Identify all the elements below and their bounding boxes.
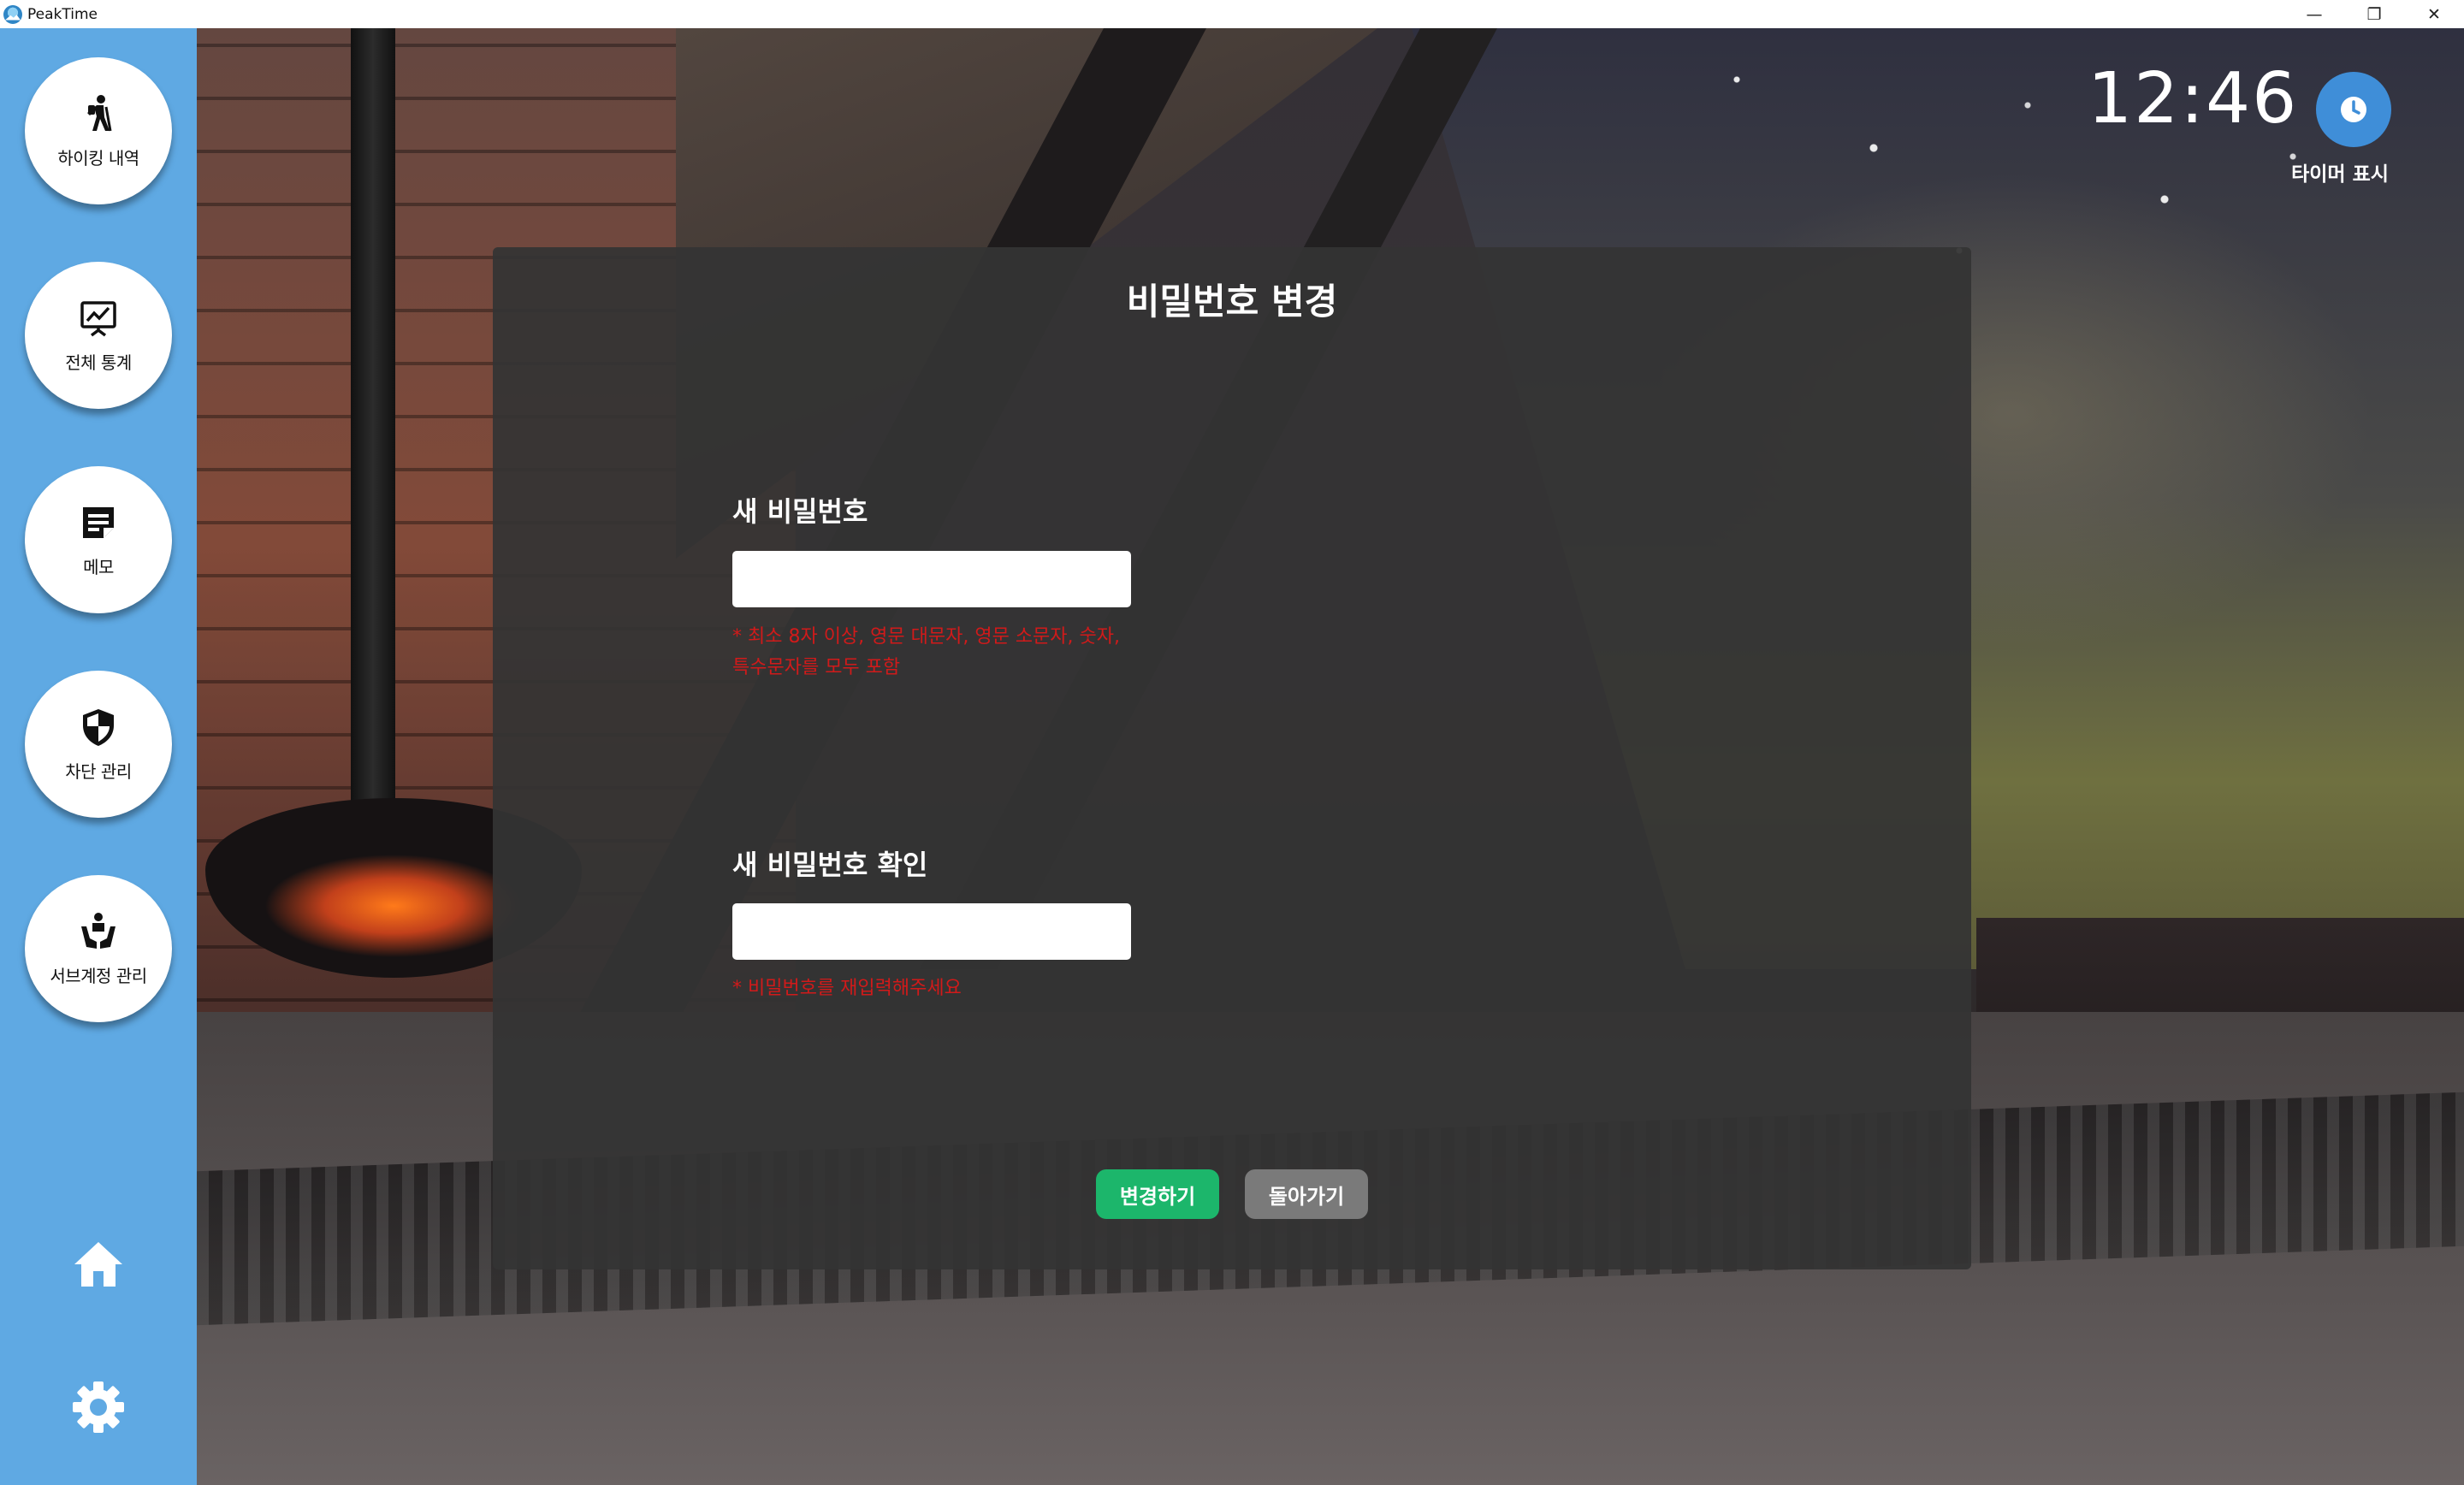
- sidebar-item-sub-account[interactable]: 서브계정 관리: [25, 875, 172, 1022]
- sidebar-item-hiking-history[interactable]: 하이킹 내역: [25, 57, 172, 204]
- new-password-label: 새 비밀번호: [732, 495, 868, 528]
- app-title: PeakTime: [27, 5, 98, 23]
- sidebar-item-label: 하이킹 내역: [57, 147, 139, 169]
- dialog-title: 비밀번호 변경: [1126, 281, 1338, 322]
- stove-pipe: [351, 28, 395, 832]
- confirm-password-hint: * 비밀번호를 재입력해주세요: [732, 978, 962, 999]
- app-logo-icon: [3, 4, 22, 24]
- back-button[interactable]: 돌아가기: [1245, 1169, 1368, 1219]
- window-controls: — ❐ ✕: [2284, 0, 2464, 28]
- shield-icon: [83, 708, 114, 746]
- hint-line: 특수문자를 모두 포함: [732, 657, 901, 678]
- timer-toggle-button[interactable]: [2316, 72, 2391, 147]
- close-button[interactable]: ✕: [2404, 0, 2464, 28]
- minimize-button[interactable]: —: [2284, 0, 2344, 28]
- new-password-hint: * 최소 8자 이상, 영문 대문자, 영문 소문자, 숫자, 특수문자를 모두…: [732, 622, 1160, 683]
- restore-button[interactable]: ❐: [2344, 0, 2404, 28]
- title-bar: PeakTime — ❐ ✕: [0, 0, 2464, 28]
- sidebar-item-block-management[interactable]: 차단 관리: [25, 671, 172, 818]
- sidebar-item-statistics[interactable]: 전체 통계: [25, 262, 172, 409]
- sidebar-item-label: 서브계정 관리: [50, 965, 147, 986]
- home-button[interactable]: [68, 1234, 128, 1294]
- statistics-chart-icon: [80, 300, 116, 336]
- change-password-dialog: 비밀번호 변경 새 비밀번호 * 최소 8자 이상, 영문 대문자, 영문 소문…: [493, 247, 1971, 1269]
- hiking-icon: [87, 94, 112, 131]
- sidebar-item-memo[interactable]: 메모: [25, 466, 172, 613]
- sidebar-item-label: 차단 관리: [65, 760, 132, 782]
- settings-button[interactable]: [68, 1377, 128, 1437]
- clock: 12:46: [2088, 58, 2299, 139]
- timer-label: 타이머 표시: [2291, 163, 2389, 186]
- sidebar-item-label: 전체 통계: [65, 352, 132, 373]
- sub-account-icon: [81, 912, 116, 949]
- change-password-button[interactable]: 변경하기: [1096, 1169, 1219, 1219]
- gear-icon: [73, 1381, 124, 1433]
- confirm-password-label: 새 비밀번호 확인: [732, 849, 928, 881]
- home-icon: [74, 1242, 122, 1287]
- clock-icon: [2341, 97, 2366, 122]
- new-password-input[interactable]: [732, 551, 1131, 607]
- confirm-password-input[interactable]: [732, 903, 1131, 960]
- sidebar-item-label: 메모: [83, 556, 114, 577]
- sidebar: 하이킹 내역 전체 통계 메모 차단 관리 서브계정 관리: [0, 28, 197, 1485]
- memo-icon: [83, 506, 114, 538]
- hint-line: * 최소 8자 이상, 영문 대문자, 영문 소문자, 숫자,: [732, 626, 1120, 648]
